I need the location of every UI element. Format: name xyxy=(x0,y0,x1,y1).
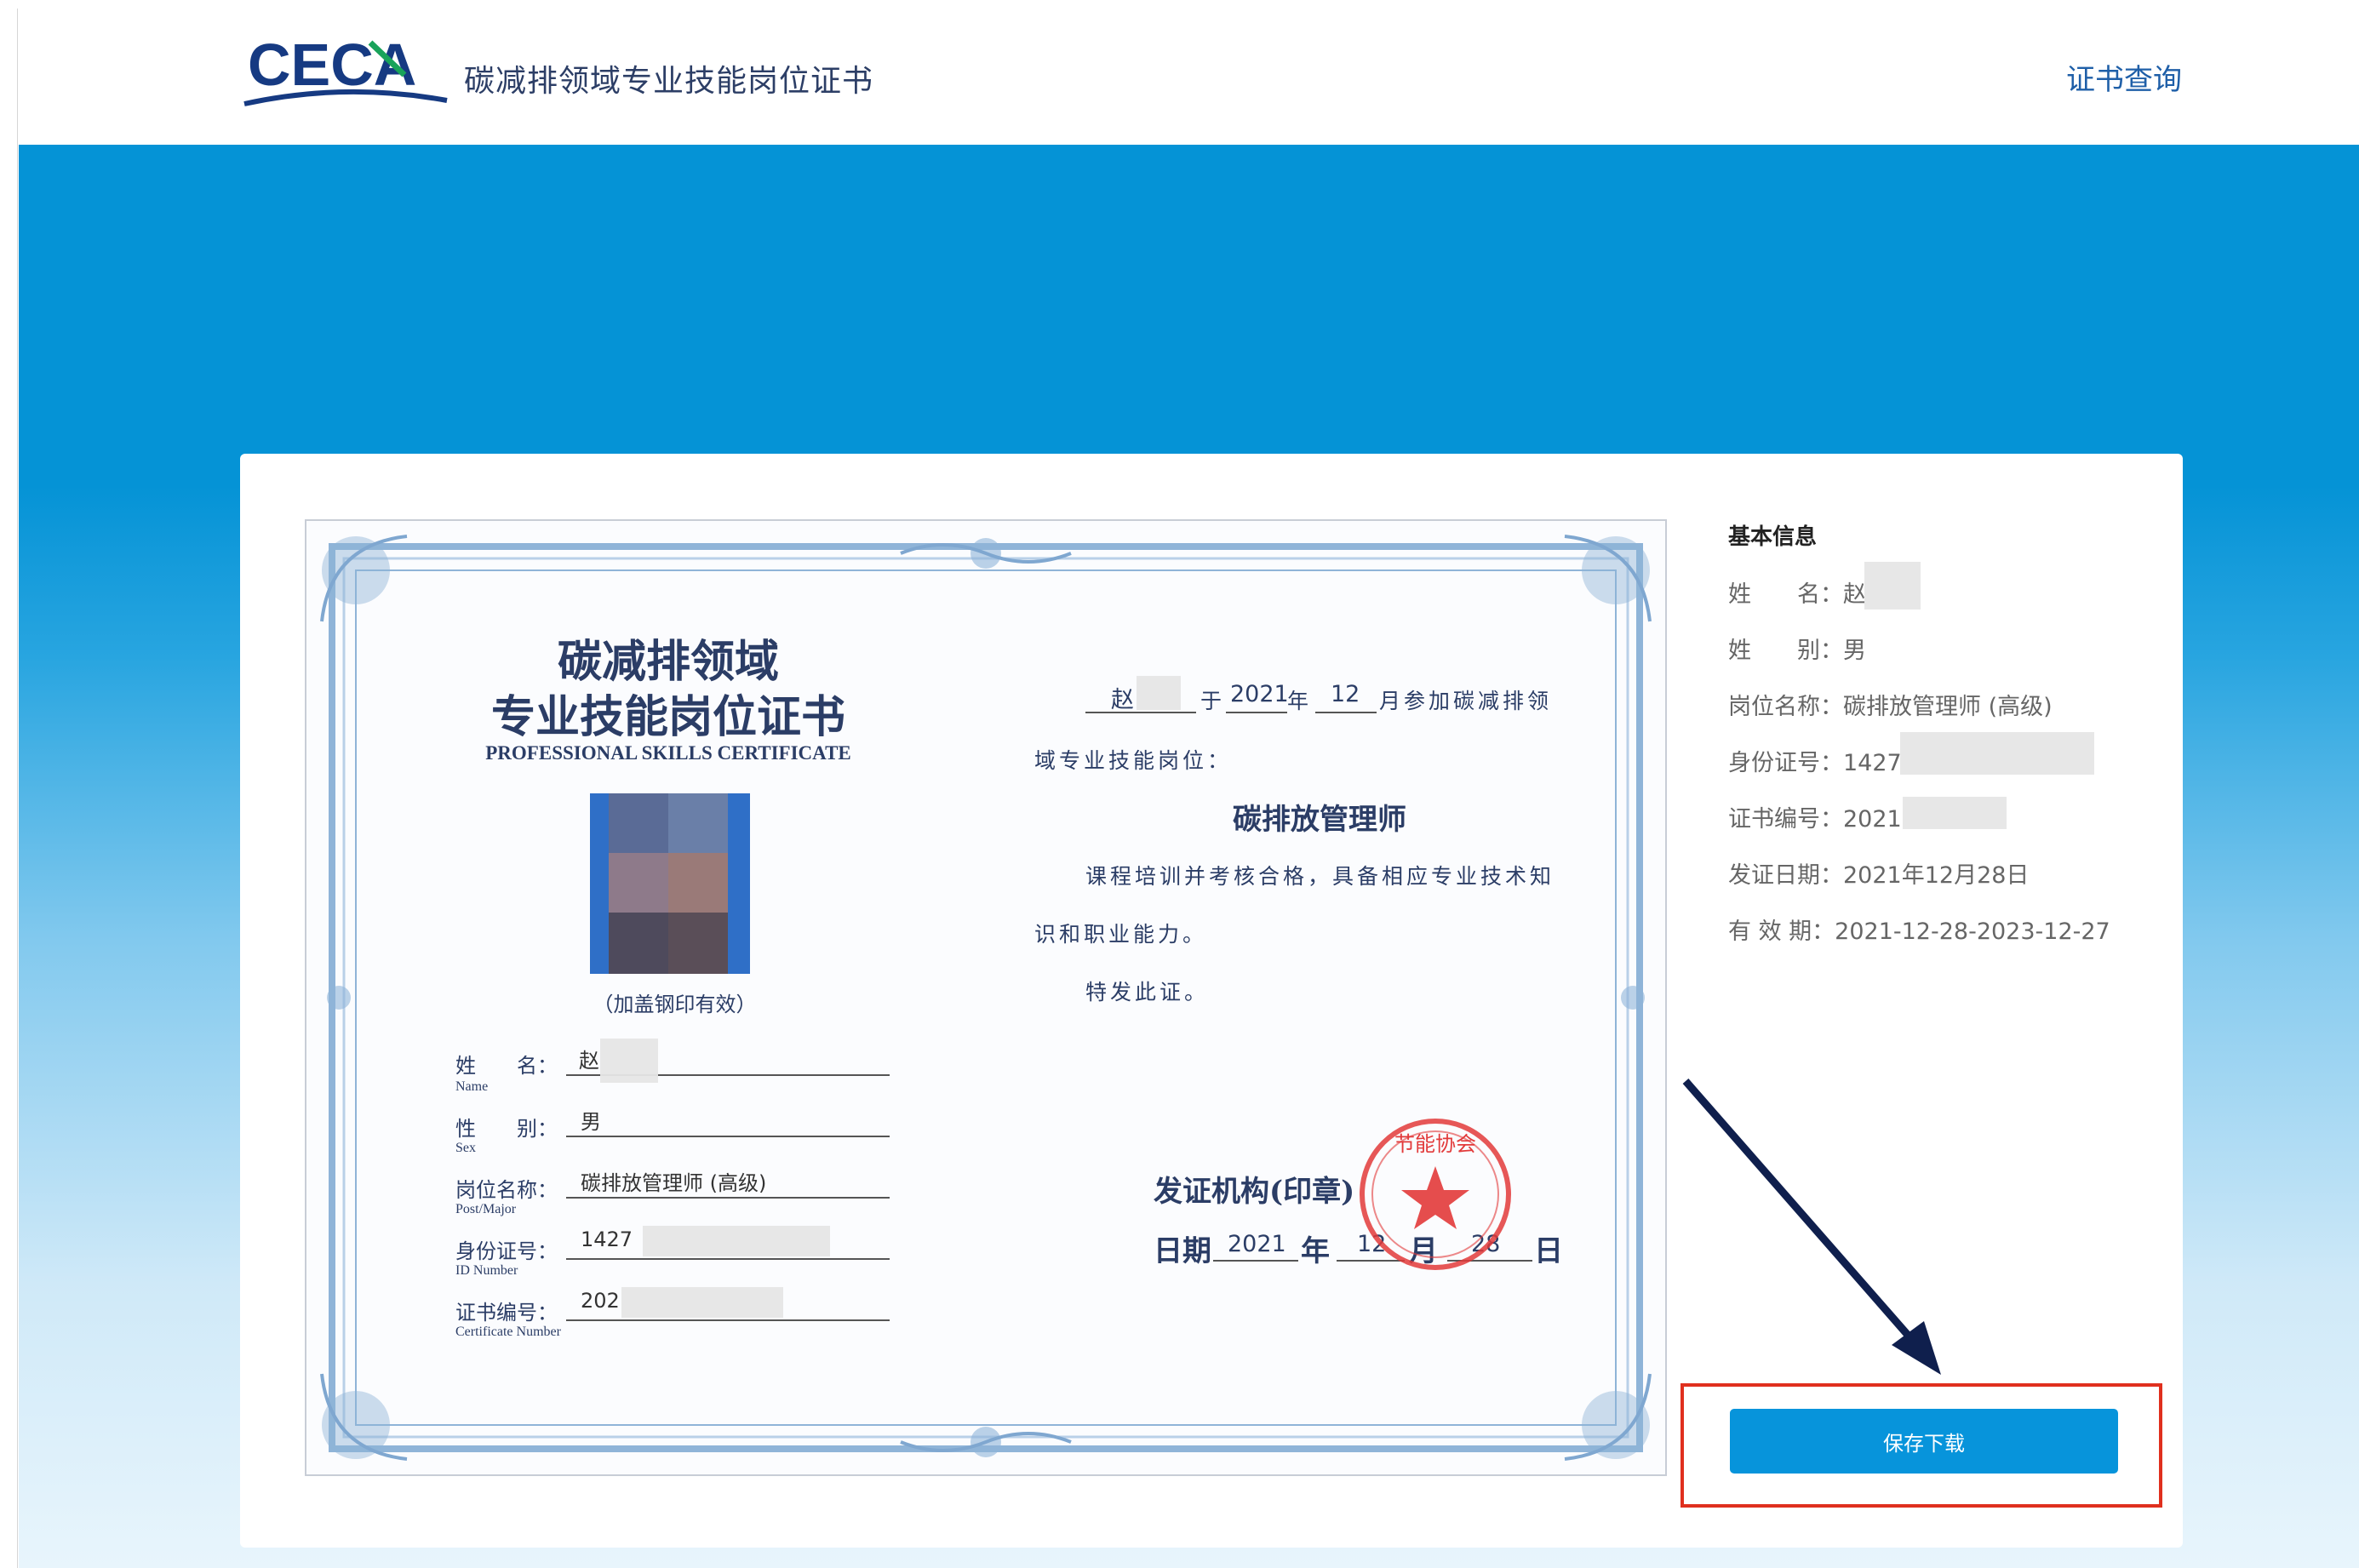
info-label: 证书编号： xyxy=(1728,806,1843,833)
field-sex-label: 性 别： xyxy=(455,1117,558,1141)
date-nian: 年 xyxy=(1301,1234,1330,1268)
stamp-text: 节能协会 xyxy=(1394,1132,1476,1156)
ceca-logo[interactable]: CECA xyxy=(243,31,451,117)
body-year-line xyxy=(1226,712,1287,713)
info-row-id: 身份证号：1427 xyxy=(1728,744,1902,777)
seal-note: （加盖钢印有效） xyxy=(593,993,757,1016)
privacy-mask xyxy=(1864,562,1921,609)
info-row-sex: 姓 别：男 xyxy=(1728,632,1866,665)
field-id-line xyxy=(566,1258,890,1260)
field-name-label: 姓 名： xyxy=(455,1054,558,1078)
field-certno-value: 202 xyxy=(581,1289,620,1313)
field-id-value: 1427 xyxy=(581,1228,633,1251)
privacy-mask xyxy=(643,1226,830,1256)
info-value: 2021年12月28日 xyxy=(1843,862,2030,889)
holder-photo xyxy=(590,793,750,974)
save-download-button[interactable]: 保存下载 xyxy=(1730,1409,2118,1474)
privacy-mask xyxy=(1137,676,1181,710)
field-post-label-en: Post/Major xyxy=(455,1202,517,1216)
certificate-title-en: PROFESSIONAL SKILLS CERTIFICATE xyxy=(485,742,851,764)
info-value: 2021 xyxy=(1843,806,1902,833)
field-name-label-en: Name xyxy=(455,1079,489,1094)
body-line3: 课程培训并考核合格，具备相应专业技术知 xyxy=(1085,864,1555,889)
info-value: 男 xyxy=(1843,638,1866,664)
info-label: 有 效 期： xyxy=(1728,918,1835,945)
field-post-line xyxy=(566,1197,890,1199)
site-title: 碳减排领域专业技能岗位证书 xyxy=(464,64,874,99)
certificate-title-line2: 专业技能岗位证书 xyxy=(490,691,845,743)
body-line4: 识和职业能力。 xyxy=(1034,922,1208,947)
privacy-mask xyxy=(621,1287,783,1318)
field-post-label: 岗位名称： xyxy=(455,1178,558,1202)
body-after-month: 月参加碳减排领 xyxy=(1379,689,1553,713)
official-stamp: 节能协会 xyxy=(1360,1119,1511,1270)
body-name: 赵 xyxy=(1111,687,1134,713)
info-label: 身份证号： xyxy=(1728,750,1843,776)
field-certno-label: 证书编号： xyxy=(455,1301,558,1325)
info-value: 赵 xyxy=(1843,581,1866,608)
info-label: 姓 名： xyxy=(1728,581,1843,608)
info-row-validity: 有 效 期：2021-12-28-2023-12-27 xyxy=(1728,913,2110,946)
info-value: 碳排放管理师 (高级) xyxy=(1843,694,2053,720)
info-label: 姓 别： xyxy=(1728,638,1843,664)
body-line2: 域专业技能岗位： xyxy=(1034,748,1233,773)
field-certno-line xyxy=(566,1319,890,1321)
info-label: 发证日期： xyxy=(1728,862,1843,889)
info-label: 岗位名称： xyxy=(1728,694,1843,720)
nav-cert-query-link[interactable]: 证书查询 xyxy=(2066,56,2182,98)
body-yu: 于 xyxy=(1200,689,1226,713)
info-row-post: 岗位名称：碳排放管理师 (高级) xyxy=(1728,688,2053,721)
date-year: 2021 xyxy=(1228,1231,1286,1257)
body-name-line xyxy=(1085,712,1196,713)
field-id-label: 身份证号： xyxy=(455,1239,558,1263)
date-ri: 日 xyxy=(1534,1234,1563,1268)
info-row-name: 姓 名：赵 xyxy=(1728,575,1866,609)
body-month-line xyxy=(1315,712,1377,713)
body-line5: 特发此证。 xyxy=(1085,980,1210,1004)
certificate-title-line1: 碳减排领域 xyxy=(557,636,779,688)
privacy-mask xyxy=(1900,732,2094,775)
field-sex-value: 男 xyxy=(581,1110,601,1134)
field-sex-line xyxy=(566,1136,890,1137)
info-row-certno: 证书编号：2021 xyxy=(1728,800,1902,833)
body-month: 12 xyxy=(1331,681,1360,707)
body-year: 2021 xyxy=(1230,681,1289,707)
field-name-value: 赵 xyxy=(579,1049,599,1073)
info-value: 2021-12-28-2023-12-27 xyxy=(1835,918,2110,945)
field-id-label-en: ID Number xyxy=(455,1263,518,1278)
privacy-mask xyxy=(1903,797,2007,829)
issuer-label: 发证机构(印章) xyxy=(1154,1175,1355,1209)
date-year-line xyxy=(1213,1260,1298,1262)
date-label: 日期 xyxy=(1154,1234,1211,1268)
info-value: 1427 xyxy=(1843,750,1902,776)
body-nian: 年 xyxy=(1287,689,1313,713)
field-post-value: 碳排放管理师 (高级) xyxy=(581,1171,767,1195)
info-panel-title: 基本信息 xyxy=(1728,524,1818,550)
info-row-issue-date: 发证日期：2021年12月28日 xyxy=(1728,856,2029,890)
field-certno-label-en: Certificate Number xyxy=(455,1325,561,1339)
annotation-arrow xyxy=(1682,1079,1941,1375)
body-post-name: 碳排放管理师 xyxy=(1233,803,1406,837)
privacy-mask xyxy=(600,1039,658,1083)
field-sex-label-en: Sex xyxy=(455,1141,476,1155)
